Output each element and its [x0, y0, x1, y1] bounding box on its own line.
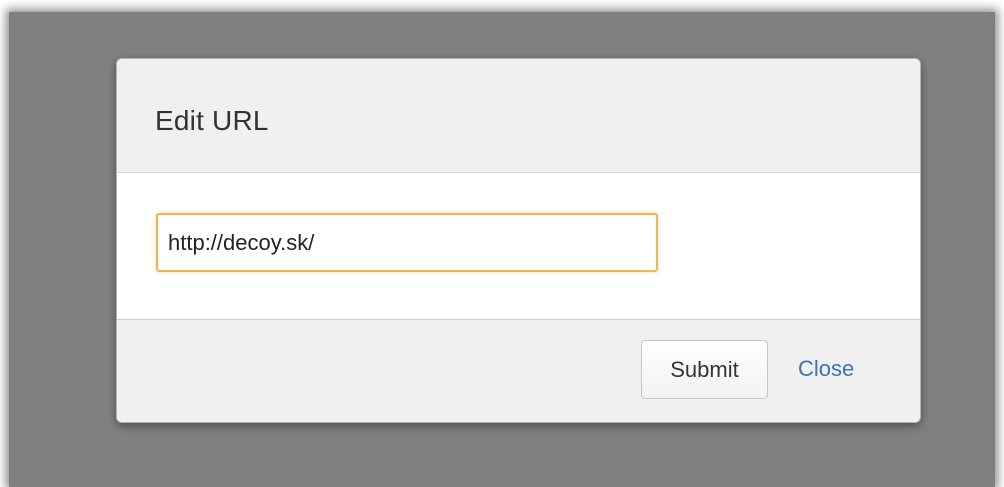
dialog-footer: Submit Close — [117, 319, 920, 422]
dialog-body — [117, 173, 920, 319]
close-link[interactable]: Close — [798, 356, 854, 382]
url-input[interactable] — [156, 213, 658, 272]
dialog-header: Edit URL — [117, 59, 920, 173]
modal-backdrop[interactable]: Edit URL Submit Close — [9, 12, 995, 487]
edit-url-dialog: Edit URL Submit Close — [116, 58, 921, 423]
dialog-title: Edit URL — [155, 105, 269, 136]
submit-button[interactable]: Submit — [641, 340, 768, 399]
